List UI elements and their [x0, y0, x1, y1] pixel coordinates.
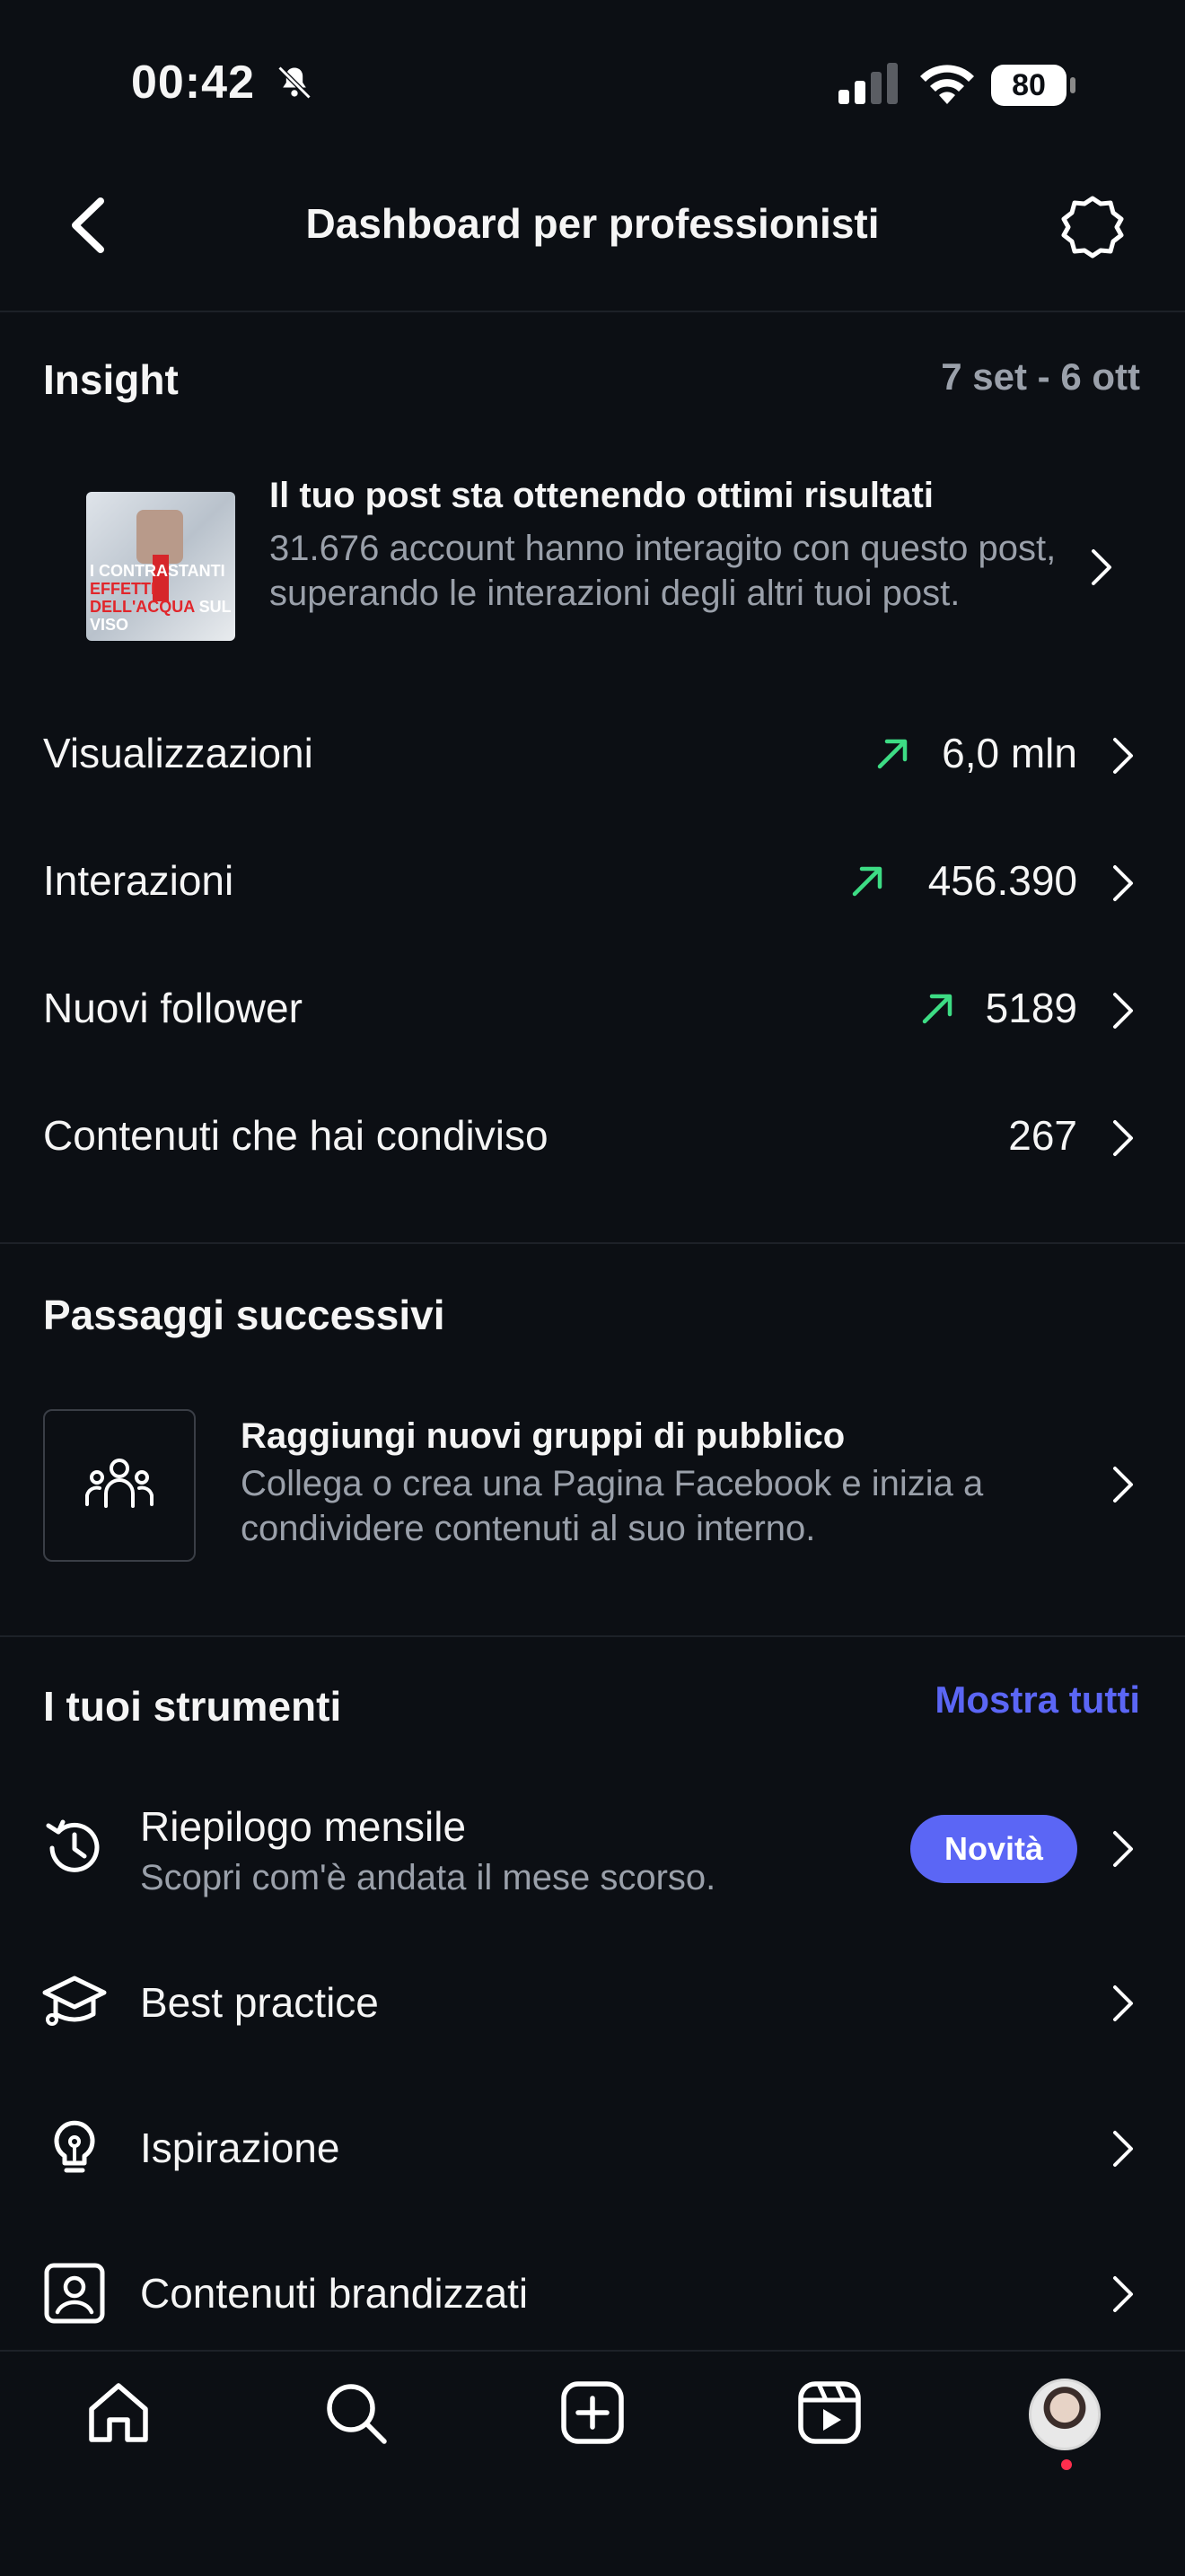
cellular-signal-icon — [838, 63, 898, 104]
metric-label: Interazioni — [43, 857, 234, 904]
metric-label: Nuovi follower — [43, 985, 303, 1031]
tool-label: Best practice — [140, 1979, 379, 2026]
branded-content-icon — [44, 2263, 105, 2324]
post-thumbnail[interactable]: I CONTRASTANTI EFFETTI DELL'ACQUA SUL VI… — [86, 492, 235, 641]
tool-label: Riepilogo mensile — [140, 1803, 467, 1850]
chevron-right-icon[interactable] — [1110, 862, 1137, 905]
status-time: 00:42 — [131, 57, 255, 109]
chevron-right-icon[interactable] — [1110, 1463, 1137, 1506]
new-badge: Novità — [910, 1815, 1077, 1883]
chevron-right-icon[interactable] — [1110, 1982, 1137, 2025]
search-icon[interactable] — [321, 2379, 390, 2447]
people-group-icon — [85, 1459, 154, 1508]
next-step-body: Collega o crea una Pagina Facebook e ini… — [241, 1464, 984, 1548]
chevron-right-icon[interactable] — [1110, 1827, 1137, 1871]
metric-label: Visualizzazioni — [43, 730, 313, 776]
metric-value: 456.390 — [927, 857, 1077, 904]
thumbnail-text-1b: EFFETTI — [90, 580, 155, 598]
trend-up-icon — [922, 994, 952, 1024]
thumbnail-text-1: I CONTRASTANTI — [90, 562, 225, 580]
graduation-cap-icon — [42, 1976, 107, 2026]
lightbulb-icon — [54, 2120, 95, 2173]
chevron-right-icon[interactable] — [1110, 2127, 1137, 2170]
create-icon[interactable] — [558, 2379, 627, 2447]
chevron-right-icon[interactable] — [1088, 546, 1115, 589]
tools-title: I tuoi strumenti — [43, 1683, 342, 1730]
settings-gear-icon[interactable] — [1061, 196, 1124, 258]
battery-tip — [1070, 77, 1075, 93]
tool-subtitle: Scopri com'è andata il mese scorso. — [140, 1858, 716, 1897]
insight-title: Insight — [43, 356, 179, 403]
tool-label: Ispirazione — [140, 2125, 340, 2171]
post-card-body: 31.676 account hanno interagito con ques… — [269, 529, 1057, 613]
thumbnail-caption: I CONTRASTANTI EFFETTI DELL'ACQUA SUL VI… — [90, 562, 235, 634]
next-step-title[interactable]: Raggiungi nuovi gruppi di pubblico — [241, 1416, 845, 1457]
notification-dot — [1061, 2459, 1072, 2470]
next-steps-title: Passaggi successivi — [43, 1292, 445, 1338]
trend-up-icon — [877, 739, 908, 769]
page-title: Dashboard per professionisti — [305, 200, 880, 247]
section-divider — [0, 1242, 1185, 1244]
metric-label: Contenuti che hai condiviso — [43, 1112, 549, 1159]
header-divider — [0, 311, 1185, 312]
chevron-right-icon[interactable] — [1110, 2273, 1137, 2316]
chevron-right-icon[interactable] — [1110, 989, 1137, 1032]
home-icon[interactable] — [84, 2379, 153, 2447]
chevron-right-icon[interactable] — [1110, 1117, 1137, 1160]
metric-value: 5189 — [985, 985, 1077, 1031]
audience-icon-box[interactable] — [43, 1409, 196, 1562]
section-divider — [0, 1635, 1185, 1637]
trend-up-icon — [852, 866, 882, 897]
wifi-icon — [920, 65, 974, 104]
metric-value: 6,0 mln — [942, 730, 1077, 776]
chevron-right-icon[interactable] — [1110, 734, 1137, 777]
reels-icon[interactable] — [795, 2379, 864, 2447]
profile-avatar[interactable] — [1029, 2379, 1101, 2450]
post-card-title[interactable]: Il tuo post sta ottenendo ottimi risulta… — [269, 476, 1059, 516]
thumbnail-text-2a: DELL'ACQUA — [90, 598, 195, 616]
show-all-link[interactable]: Mostra tutti — [935, 1678, 1140, 1722]
history-icon — [46, 1819, 100, 1872]
battery-level: 80 — [991, 65, 1066, 106]
tool-label: Contenuti brandizzati — [140, 2270, 529, 2317]
battery-indicator: 80 — [991, 65, 1077, 108]
metric-value: 267 — [1008, 1112, 1077, 1159]
date-range[interactable]: 7 set - 6 ott — [941, 355, 1140, 399]
bell-muted-icon — [277, 66, 312, 100]
